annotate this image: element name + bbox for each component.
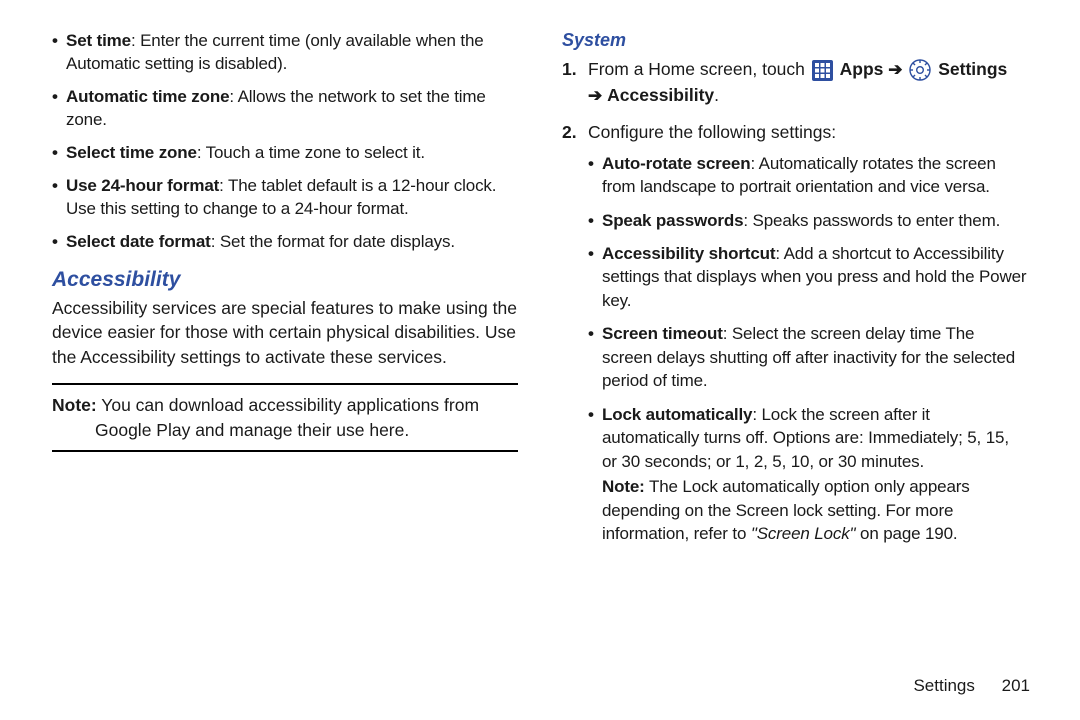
accessibility-intro: Accessibility services are special featu… xyxy=(52,296,518,370)
list-item: Screen timeout: Select the screen delay … xyxy=(588,322,1028,392)
left-column: Set time: Enter the current time (only a… xyxy=(30,30,540,720)
desc: : Speaks passwords to enter them. xyxy=(743,211,1000,230)
list-item: Auto-rotate screen: Automatically rotate… xyxy=(588,152,1028,199)
note-block: Note: You can download accessibility app… xyxy=(52,383,518,452)
step-1: From a Home screen, touch Apps ➔ Setting… xyxy=(562,57,1028,108)
settings-gear-icon xyxy=(909,59,931,81)
term: Screen timeout xyxy=(602,324,723,343)
step1-pre: From a Home screen, touch xyxy=(588,59,810,79)
period: . xyxy=(714,85,719,105)
step-2: Configure the following settings: Auto-r… xyxy=(562,120,1028,545)
arrow-icon: ➔ xyxy=(888,60,902,79)
term: Select time zone xyxy=(66,143,197,162)
term: Select date format xyxy=(66,232,211,251)
desc: : Touch a time zone to select it. xyxy=(197,143,425,162)
sub-settings-list: Auto-rotate screen: Automatically rotate… xyxy=(588,152,1028,546)
term: Lock automatically xyxy=(602,405,752,424)
right-column: System From a Home screen, touch Apps ➔ … xyxy=(540,30,1050,720)
term: Set time xyxy=(66,31,131,50)
desc: : Set the format for date displays. xyxy=(211,232,455,251)
list-item: Use 24-hour format: The tablet default i… xyxy=(52,175,518,221)
apps-grid-icon xyxy=(812,60,833,81)
term: Speak passwords xyxy=(602,211,743,230)
note-label: Note: xyxy=(602,477,645,496)
accessibility-label: Accessibility xyxy=(607,85,714,105)
note-label: Note: xyxy=(52,395,97,415)
list-item: Speak passwords: Speaks passwords to ent… xyxy=(588,209,1028,232)
term: Automatic time zone xyxy=(66,87,229,106)
chapter-label: Settings xyxy=(913,676,974,695)
list-item: Select date format: Set the format for d… xyxy=(52,231,518,254)
page-footer: Settings 201 xyxy=(913,676,1030,696)
note-text: Note: You can download accessibility app… xyxy=(52,393,518,442)
manual-page: Set time: Enter the current time (only a… xyxy=(0,0,1080,720)
inline-note: Note: The Lock automatically option only… xyxy=(602,475,1028,545)
arrow-icon: ➔ xyxy=(588,86,602,105)
xref-italic: "Screen Lock" xyxy=(751,524,856,543)
system-heading: System xyxy=(562,30,1028,51)
list-item: Select time zone: Touch a time zone to s… xyxy=(52,142,518,165)
time-settings-list: Set time: Enter the current time (only a… xyxy=(52,30,518,254)
term: Use 24-hour format xyxy=(66,176,219,195)
step2-text: Configure the following settings: xyxy=(588,122,836,142)
xref-plain: on page 190. xyxy=(855,524,957,543)
list-item: Automatic time zone: Allows the network … xyxy=(52,86,518,132)
accessibility-heading: Accessibility xyxy=(52,268,518,292)
list-item: Lock automatically: Lock the screen afte… xyxy=(588,403,1028,546)
apps-label: Apps xyxy=(840,59,889,79)
steps-list: From a Home screen, touch Apps ➔ Setting… xyxy=(562,57,1028,545)
term: Accessibility shortcut xyxy=(602,244,775,263)
list-item: Accessibility shortcut: Add a shortcut t… xyxy=(588,242,1028,312)
settings-label: Settings xyxy=(938,59,1007,79)
page-number: 201 xyxy=(1002,676,1030,695)
note-rest: You can download accessibility applicati… xyxy=(95,395,479,440)
list-item: Set time: Enter the current time (only a… xyxy=(52,30,518,76)
term: Auto-rotate screen xyxy=(602,154,750,173)
